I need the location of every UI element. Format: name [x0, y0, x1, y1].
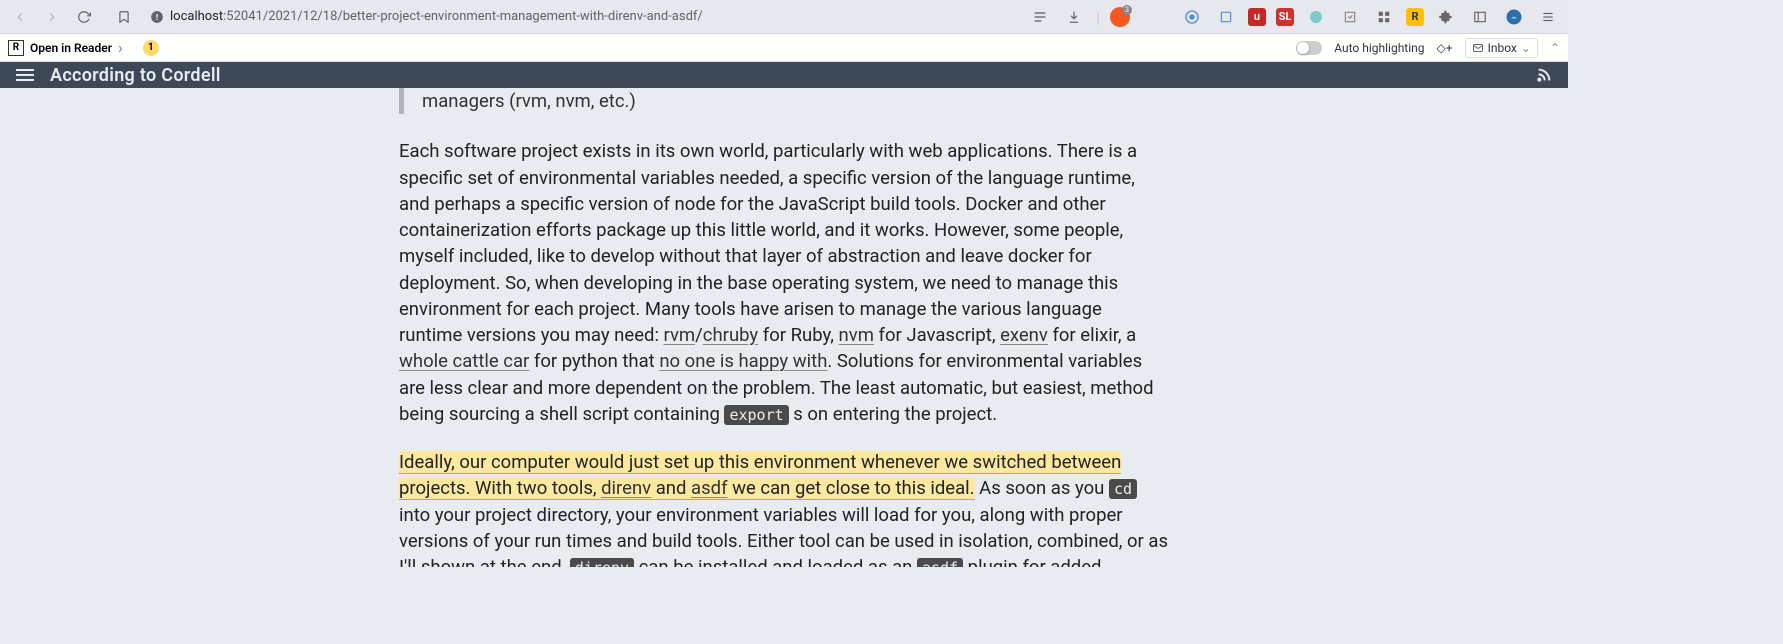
link-nvm[interactable]: nvm: [839, 324, 874, 346]
site-title[interactable]: According to Cordell: [50, 65, 221, 86]
link-no-one-happy[interactable]: no one is happy with: [659, 350, 827, 372]
address-bar[interactable]: ! localhost:52041/2021/12/18/better-proj…: [112, 5, 1012, 29]
highlight-count-badge[interactable]: 1: [143, 40, 159, 56]
code-export: export: [724, 405, 788, 425]
square-ext-icon[interactable]: [1338, 5, 1362, 29]
code-asdf: asdf: [917, 558, 963, 567]
rss-icon[interactable]: [1536, 67, 1552, 83]
link-direnv[interactable]: direnv: [601, 477, 651, 499]
open-in-reader[interactable]: Open in Reader: [30, 41, 112, 55]
content-area: managers (rvm, nvm, etc.) Each software …: [0, 88, 1568, 567]
sidebar-icon[interactable]: [1468, 5, 1492, 29]
shields-icon[interactable]: [1110, 7, 1130, 27]
ublock-icon[interactable]: u: [1248, 8, 1266, 26]
link-chruby[interactable]: chruby: [703, 324, 758, 346]
link-exenv[interactable]: exenv: [1000, 324, 1048, 346]
code-direnv: direnv: [570, 558, 634, 567]
menu-icon[interactable]: [1536, 5, 1560, 29]
link-rvm[interactable]: rvm: [664, 324, 696, 346]
auto-highlight-label: Auto highlighting: [1334, 41, 1424, 55]
forward-button[interactable]: [40, 5, 64, 29]
extensions-icon[interactable]: [1434, 5, 1458, 29]
blockquote: managers (rvm, nvm, etc.): [399, 88, 1169, 114]
not-secure-icon: !: [150, 10, 164, 24]
code-cd: cd: [1109, 479, 1137, 499]
page-ext-icon[interactable]: [1214, 5, 1238, 29]
add-shortcut-icon[interactable]: ◇+: [1437, 41, 1453, 55]
paragraph-2: Ideally, our computer would just set up …: [399, 449, 1169, 567]
article-body: managers (rvm, nvm, etc.) Each software …: [389, 88, 1179, 567]
reader-logo-icon[interactable]: R: [8, 40, 24, 56]
reader-bar: R Open in Reader › 1 Auto highlighting ◇…: [0, 34, 1568, 62]
site-header: According to Cordell: [0, 62, 1568, 88]
svg-text:!: !: [156, 11, 158, 21]
sl-ext-icon[interactable]: SL: [1276, 8, 1294, 26]
grid-ext-icon[interactable]: [1372, 5, 1396, 29]
reload-button[interactable]: [72, 5, 96, 29]
url-text: localhost:52041/2021/12/18/better-projec…: [170, 9, 703, 24]
link-whole-cattle-car[interactable]: whole cattle car: [399, 350, 529, 372]
chevron-right-icon[interactable]: ›: [118, 38, 123, 57]
circle-ext-icon[interactable]: [1304, 5, 1328, 29]
chevron-down-icon: ⌄: [1521, 41, 1531, 55]
eye-icon[interactable]: [1180, 5, 1204, 29]
quote-tail-text: managers (rvm, nvm, etc.): [422, 90, 636, 112]
r-ext-icon[interactable]: R: [1406, 8, 1424, 26]
bookmark-icon[interactable]: [112, 5, 136, 29]
back-button[interactable]: [8, 5, 32, 29]
toolbar-right: | u SL R: [1028, 5, 1560, 29]
auto-highlight-toggle[interactable]: [1296, 41, 1322, 55]
inbox-button[interactable]: Inbox ⌄: [1465, 38, 1538, 58]
separator: |: [1096, 7, 1100, 26]
profile-icon[interactable]: [1502, 5, 1526, 29]
paragraph-1: Each software project exists in its own …: [399, 138, 1169, 427]
link-asdf[interactable]: asdf: [691, 477, 727, 499]
reader-mode-icon[interactable]: [1028, 5, 1052, 29]
collapse-up-icon[interactable]: ⌃: [1550, 41, 1560, 55]
browser-toolbar: ! localhost:52041/2021/12/18/better-proj…: [0, 0, 1568, 34]
install-icon[interactable]: [1062, 5, 1086, 29]
inbox-label: Inbox: [1488, 41, 1517, 55]
hamburger-icon[interactable]: [16, 69, 34, 81]
